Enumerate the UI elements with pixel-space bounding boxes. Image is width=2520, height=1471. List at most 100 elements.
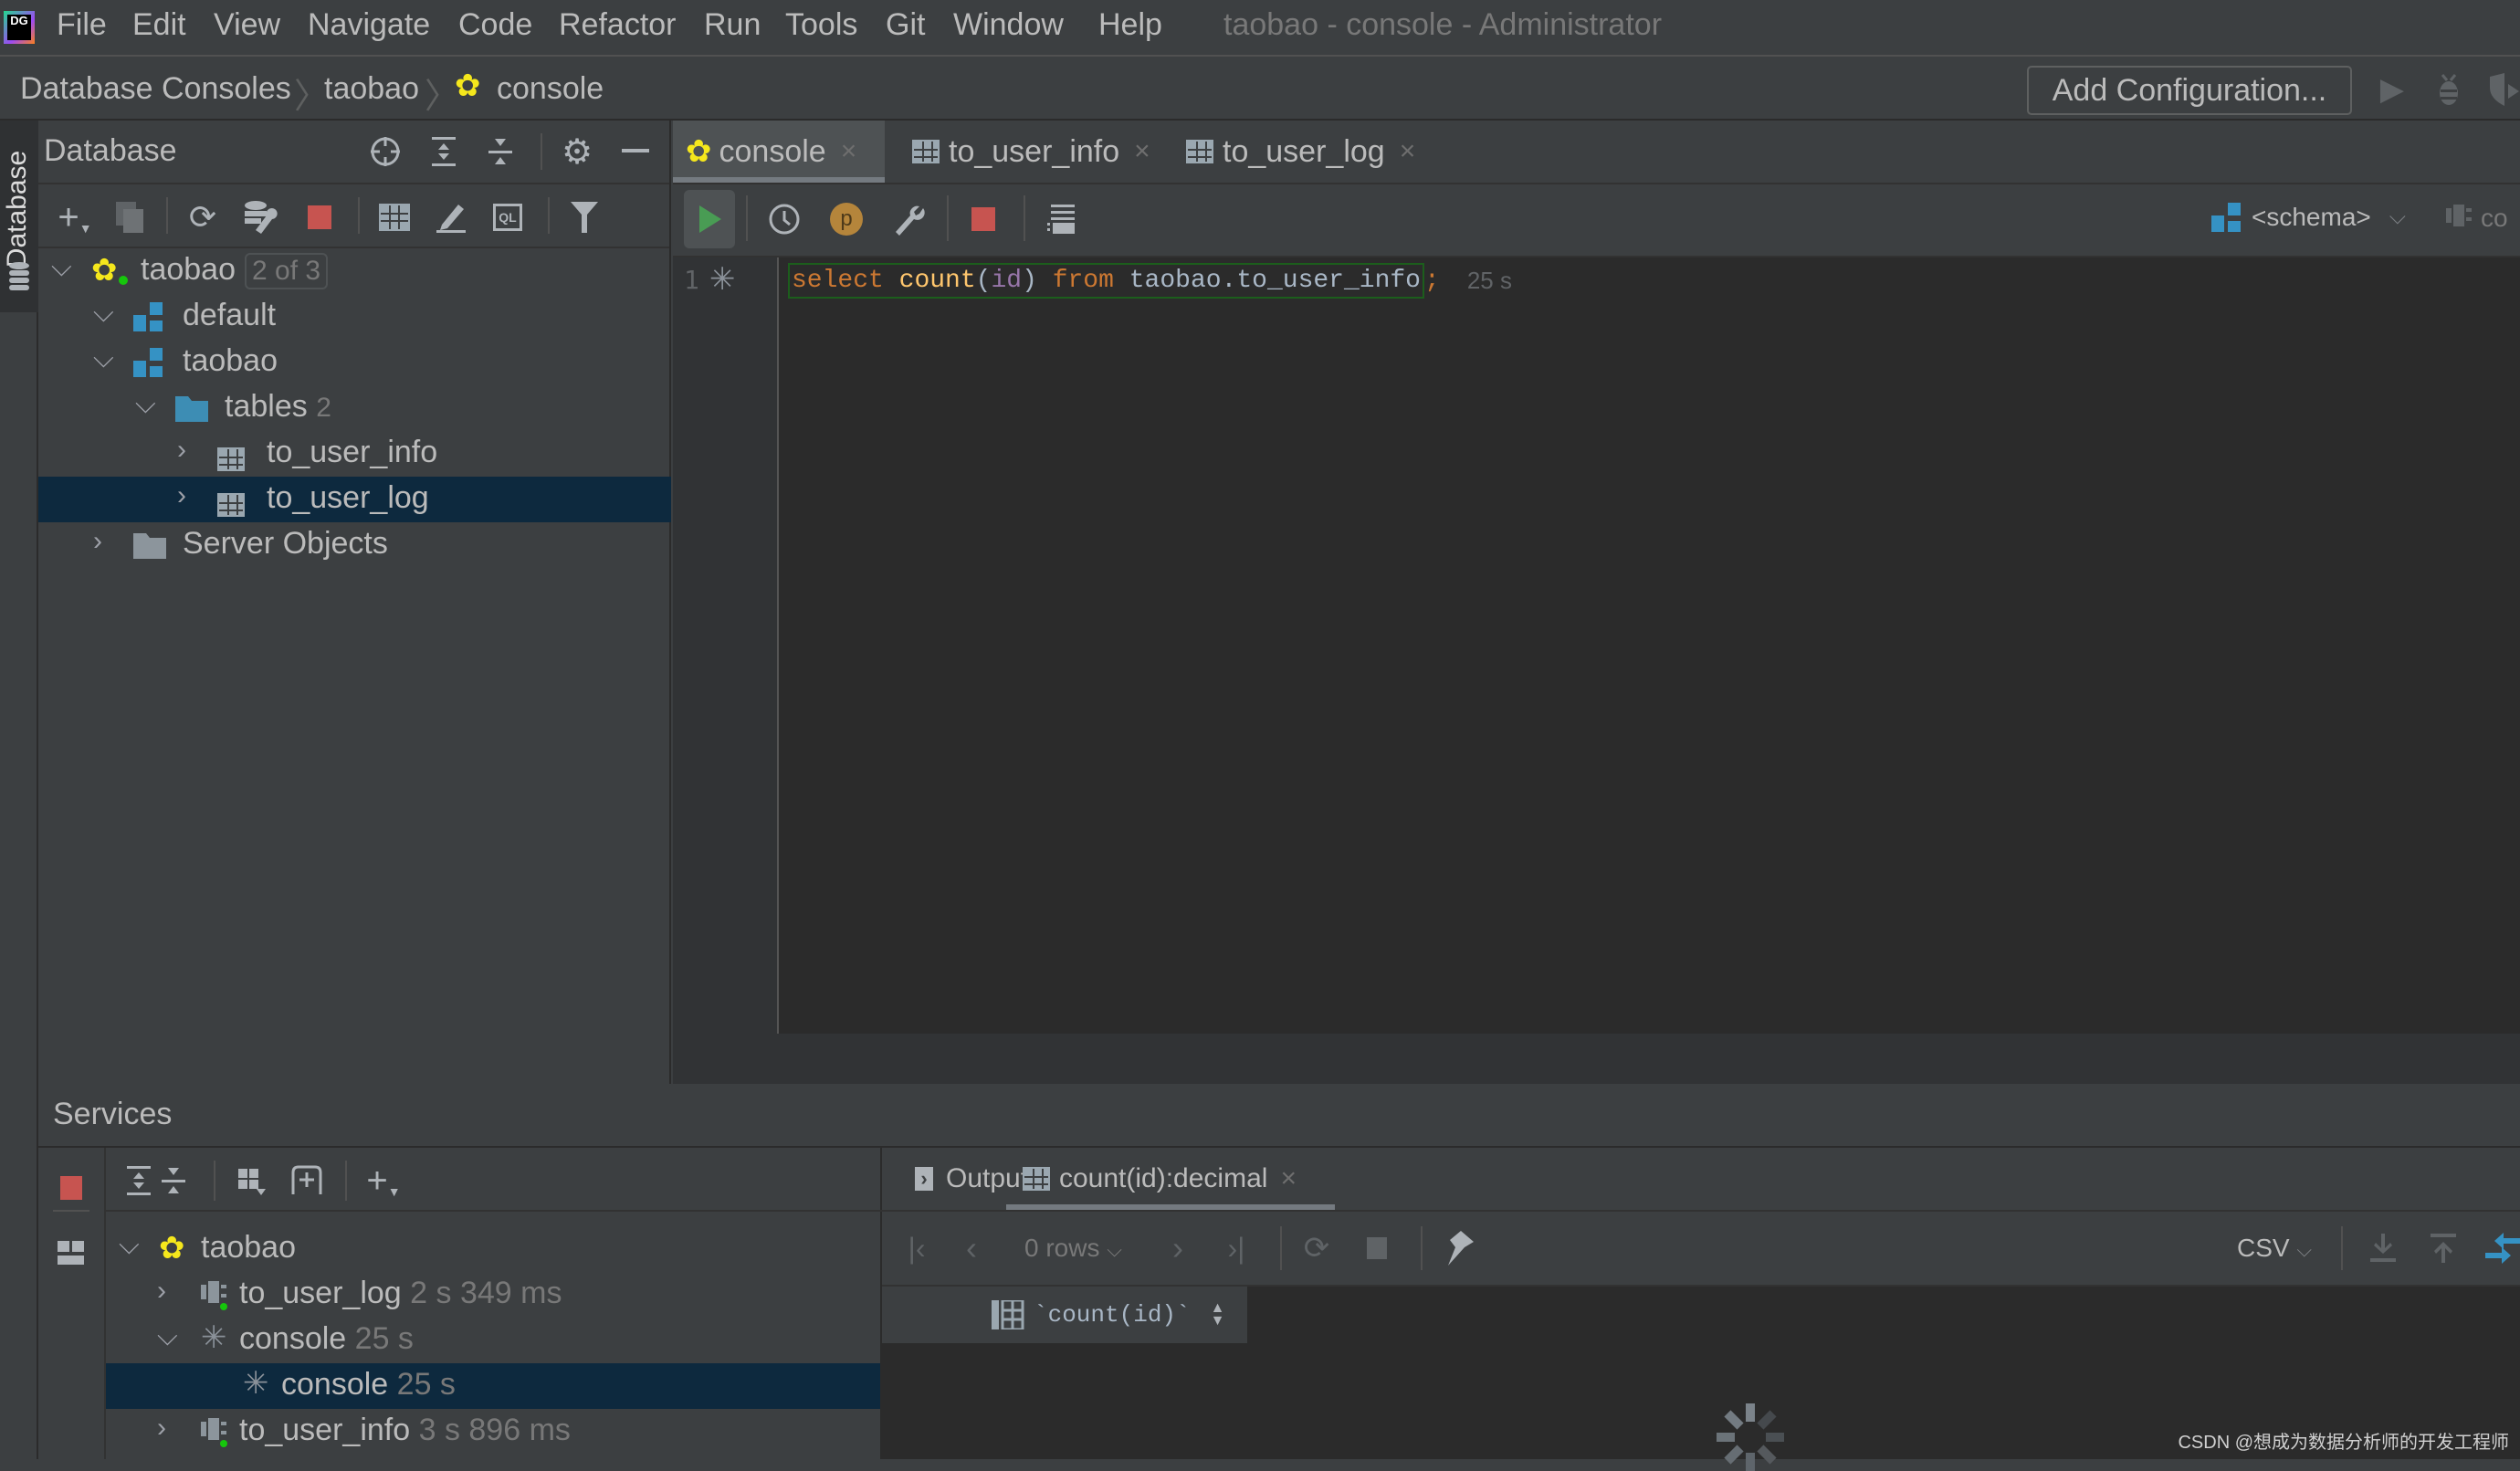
last-page-icon[interactable]: ›| bbox=[1220, 1230, 1253, 1266]
menu-run[interactable]: Run bbox=[704, 7, 761, 43]
chevron-right-icon[interactable]: › bbox=[157, 1413, 166, 1444]
gear-icon[interactable]: ⚙ bbox=[559, 133, 595, 172]
output-settings-icon[interactable] bbox=[1042, 199, 1082, 239]
chevron-down-icon: ⌵ bbox=[2296, 1238, 2313, 1261]
chevron-right-icon[interactable]: › bbox=[157, 1276, 166, 1307]
result-column-header[interactable]: `count(id)` ▲ ▼ bbox=[882, 1287, 1247, 1343]
chevron-right-icon[interactable]: › bbox=[177, 480, 186, 511]
coverage-icon[interactable] bbox=[2488, 69, 2520, 110]
chevron-right-icon[interactable]: › bbox=[93, 526, 102, 557]
debug-icon[interactable] bbox=[2431, 69, 2467, 110]
wrench-icon[interactable] bbox=[888, 199, 929, 239]
menu-code[interactable]: Code bbox=[458, 7, 532, 43]
services-title: Services bbox=[53, 1097, 173, 1131]
chevron-down-icon[interactable]: ⌵ bbox=[93, 298, 114, 329]
tab-to-user-info[interactable]: to_user_info × bbox=[899, 121, 1150, 183]
close-icon[interactable]: × bbox=[1280, 1163, 1297, 1194]
group-by-icon[interactable] bbox=[234, 1161, 270, 1201]
tab-console[interactable]: ✿ console × bbox=[673, 121, 885, 183]
tab-output[interactable]: › Output bbox=[915, 1148, 1028, 1210]
tree-item-schema-default[interactable]: ⌵ default bbox=[38, 294, 671, 340]
breadcrumb-console[interactable]: console bbox=[497, 71, 604, 107]
code-line[interactable]: select count(id) from taobao.to_user_inf… bbox=[788, 257, 1512, 303]
tree-item-tables[interactable]: ⌵ tables 2 bbox=[38, 385, 671, 431]
chevron-down-icon[interactable]: ⌵ bbox=[51, 252, 72, 283]
menu-navigate[interactable]: Navigate bbox=[308, 7, 430, 43]
menu-help[interactable]: Help bbox=[1098, 7, 1162, 43]
collapse-all-icon[interactable] bbox=[482, 133, 519, 170]
tree-item-server-objects[interactable]: › Server Objects bbox=[38, 522, 671, 568]
expand-all-icon[interactable] bbox=[121, 1161, 157, 1201]
refresh-icon[interactable]: ⟳ bbox=[184, 197, 221, 237]
duplicate-icon[interactable] bbox=[111, 197, 148, 237]
tab-result-count-id[interactable]: count(id):decimal × bbox=[1006, 1148, 1335, 1210]
breadcrumb-taobao[interactable]: taobao bbox=[324, 71, 419, 107]
stop-icon[interactable] bbox=[965, 201, 1002, 237]
previous-page-icon[interactable]: ‹ bbox=[955, 1229, 988, 1266]
locate-icon[interactable] bbox=[367, 133, 404, 170]
hide-panel-icon[interactable] bbox=[617, 133, 654, 170]
stop-icon[interactable] bbox=[55, 1172, 88, 1204]
layout-icon[interactable] bbox=[55, 1237, 88, 1270]
tree-item-datasource-taobao[interactable]: ⌵ ✿ taobao 2 of 3 bbox=[38, 248, 671, 294]
parameters-icon[interactable]: p bbox=[826, 199, 866, 239]
session-selector[interactable]: co bbox=[2446, 203, 2508, 234]
breadcrumb-database-consoles[interactable]: Database Consoles bbox=[20, 71, 291, 107]
schema-selector[interactable]: <schema> ⌵ bbox=[2211, 203, 2406, 232]
chevron-down-icon[interactable]: ⌵ bbox=[119, 1230, 140, 1261]
database-tool-window-button[interactable]: Database bbox=[0, 121, 38, 312]
service-item-taobao[interactable]: ⌵ ✿ taobao bbox=[106, 1226, 880, 1272]
next-page-icon[interactable]: › bbox=[1161, 1229, 1194, 1266]
upload-icon[interactable] bbox=[2425, 1230, 2462, 1266]
export-format-selector[interactable]: CSV ⌵ bbox=[2237, 1234, 2312, 1263]
first-page-icon[interactable]: |‹ bbox=[900, 1230, 933, 1266]
service-item-to-user-log[interactable]: › to_user_log 2 s 349 ms bbox=[106, 1272, 880, 1318]
chevron-down-icon[interactable]: ⌵ bbox=[93, 343, 114, 374]
menu-view[interactable]: View bbox=[214, 7, 280, 43]
menu-window[interactable]: Window bbox=[953, 7, 1064, 43]
execute-button[interactable] bbox=[684, 190, 735, 248]
chevron-down-icon[interactable]: ⌵ bbox=[157, 1321, 178, 1352]
menu-tools[interactable]: Tools bbox=[785, 7, 857, 43]
service-item-console[interactable]: ⌵ ✳ console 25 s bbox=[106, 1318, 880, 1363]
chevron-right-icon[interactable]: › bbox=[177, 435, 186, 466]
add-service-icon[interactable]: + ▼ bbox=[365, 1161, 402, 1201]
expand-all-icon[interactable] bbox=[425, 133, 462, 170]
menu-edit[interactable]: Edit bbox=[132, 7, 186, 43]
edit-icon[interactable] bbox=[433, 197, 469, 237]
menu-file[interactable]: File bbox=[57, 7, 107, 43]
query-console-icon[interactable]: QL bbox=[488, 197, 528, 237]
close-icon[interactable]: × bbox=[841, 136, 857, 167]
run-icon[interactable]: ▶ bbox=[2374, 71, 2410, 108]
chevron-down-icon[interactable]: ⌵ bbox=[135, 389, 156, 420]
pin-tab-icon[interactable] bbox=[1439, 1228, 1479, 1268]
download-icon[interactable] bbox=[2365, 1230, 2401, 1266]
new-tab-icon[interactable] bbox=[289, 1161, 325, 1201]
sql-editor[interactable]: 1 ✳ select count(id) from taobao.to_user… bbox=[673, 257, 2520, 1034]
history-icon[interactable] bbox=[764, 199, 804, 239]
tree-item-schema-taobao[interactable]: ⌵ taobao bbox=[38, 340, 671, 385]
data-source-properties-icon[interactable] bbox=[239, 197, 279, 237]
reload-icon[interactable]: ⟳ bbox=[1298, 1230, 1335, 1266]
collapse-all-icon[interactable] bbox=[155, 1161, 192, 1201]
tab-to-user-log[interactable]: to_user_log × bbox=[1173, 121, 1415, 183]
filter-icon[interactable] bbox=[566, 197, 603, 237]
table-icon bbox=[217, 486, 245, 521]
menu-refactor[interactable]: Refactor bbox=[559, 7, 677, 43]
table-editor-icon[interactable] bbox=[376, 197, 413, 237]
stop-icon[interactable] bbox=[1359, 1230, 1395, 1266]
add-configuration-button[interactable]: Add Configuration... bbox=[2027, 66, 2352, 115]
tree-item-table-to-user-info[interactable]: › to_user_info bbox=[38, 431, 671, 477]
close-icon[interactable]: × bbox=[1400, 136, 1416, 167]
service-item-console-session[interactable]: ✳ console 25 s bbox=[106, 1363, 880, 1409]
compare-icon[interactable] bbox=[2485, 1228, 2520, 1268]
add-icon[interactable]: + ▼ bbox=[57, 197, 93, 237]
close-icon[interactable]: × bbox=[1134, 136, 1150, 167]
sort-icon[interactable]: ▲ ▼ bbox=[1211, 1301, 1225, 1329]
schema-icon bbox=[2211, 203, 2241, 232]
service-item-to-user-info[interactable]: › to_user_info 3 s 896 ms bbox=[106, 1409, 880, 1455]
stop-icon[interactable] bbox=[303, 201, 336, 234]
rows-selector[interactable]: 0 rows ⌵ bbox=[1024, 1234, 1122, 1263]
tree-item-table-to-user-log[interactable]: › to_user_log bbox=[38, 477, 671, 522]
menu-git[interactable]: Git bbox=[886, 7, 925, 43]
